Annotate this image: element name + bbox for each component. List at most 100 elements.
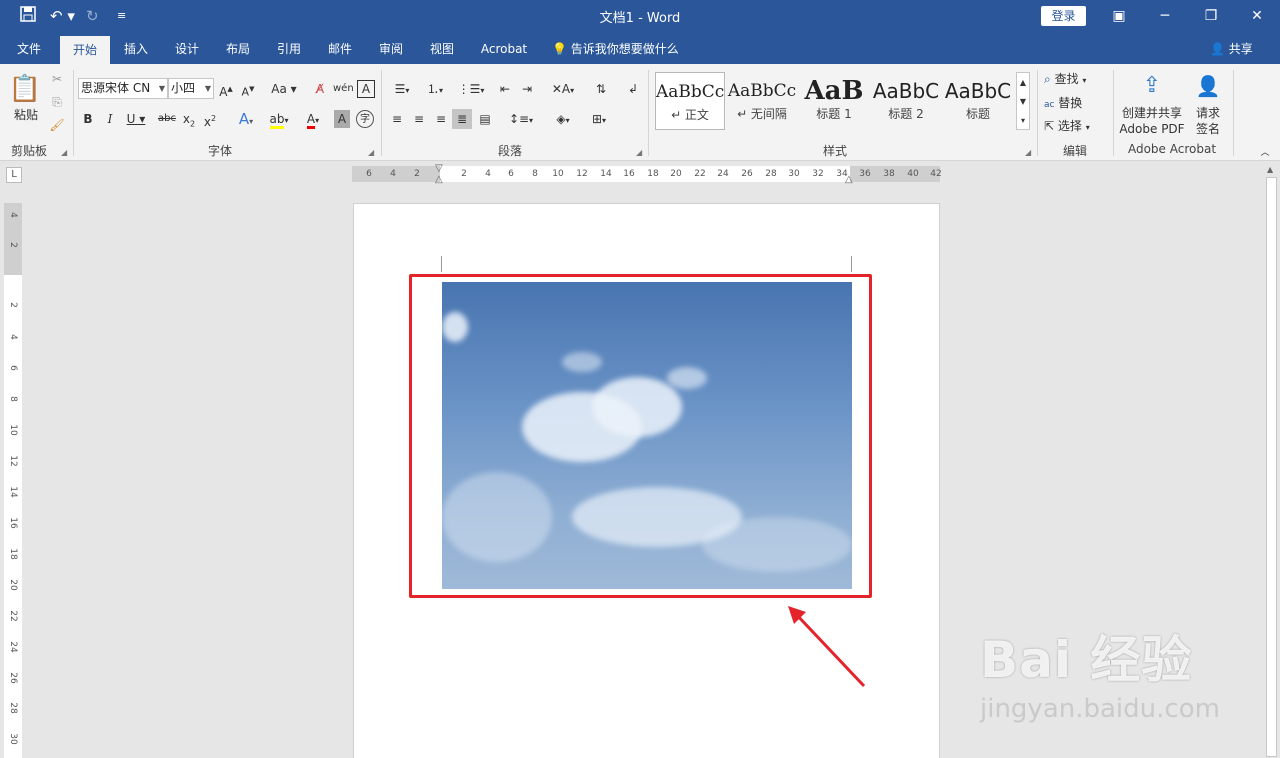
style-heading-1[interactable]: AaB 标题 1: [799, 72, 869, 130]
vertical-scrollbar[interactable]: ▲: [1263, 163, 1280, 758]
copy-icon[interactable]: ⎘: [48, 93, 66, 111]
tab-mailings[interactable]: 邮件: [318, 34, 362, 64]
bullets-icon[interactable]: ☰▾: [388, 80, 416, 98]
distributed-icon[interactable]: ▤: [476, 110, 494, 128]
numbering-icon[interactable]: ⒈▾: [420, 80, 450, 98]
font-launcher-icon[interactable]: ◢: [368, 148, 374, 157]
ruler-tick: 40: [907, 169, 919, 179]
strikethrough-button[interactable]: abc: [156, 110, 178, 128]
line-spacing-icon[interactable]: ↕≡▾: [506, 110, 536, 128]
format-painter-icon[interactable]: 🖌: [48, 116, 66, 134]
undo-icon[interactable]: ↶ ▾: [50, 6, 75, 26]
horizontal-ruler[interactable]: 6 4 2 2 4 6 8 10 12 14 16 18 20 22 24 26 28 30 32 34 36 38 40 4…: [352, 163, 942, 185]
ruler-tick: 22: [694, 169, 706, 179]
tab-acrobat[interactable]: Acrobat: [474, 34, 534, 64]
collapse-ribbon-icon[interactable]: ︿: [1258, 144, 1272, 162]
show-marks-icon[interactable]: ↲: [624, 80, 642, 98]
request-signature-label-2[interactable]: 签名: [1190, 120, 1226, 138]
ruler-tick: 20: [8, 579, 18, 591]
tell-me-box[interactable]: 💡 告诉我你想要做什么: [552, 34, 679, 64]
ruler-tick: 2: [8, 302, 18, 308]
decrease-indent-icon[interactable]: ⇤: [496, 80, 514, 98]
hanging-indent-marker[interactable]: △: [435, 174, 443, 185]
ruler-tick: 4: [8, 212, 18, 218]
title-bar: ↶ ▾ ↻ ≡ 文档1 - Word 登录 ▣ ─ ❐ ✕: [0, 0, 1280, 34]
paste-icon[interactable]: 📋: [8, 72, 42, 106]
ruler-tick: 22: [8, 610, 18, 622]
style-title[interactable]: AaBbC 标题: [943, 72, 1013, 130]
tab-insert[interactable]: 插入: [114, 34, 158, 64]
vertical-ruler[interactable]: 4 2 2 4 6 8 10 12 14 16 18 20 22 24 26 28 30: [4, 203, 22, 758]
tab-layout[interactable]: 布局: [216, 34, 260, 64]
character-border-icon[interactable]: A: [357, 80, 375, 98]
create-pdf-label-2[interactable]: Adobe PDF: [1118, 120, 1186, 138]
login-button[interactable]: 登录: [1041, 6, 1086, 26]
multilevel-list-icon[interactable]: ⋮☰▾: [456, 80, 486, 98]
style-normal[interactable]: AaBbCc ↵ 正文: [655, 72, 725, 130]
style-heading-2[interactable]: AaBbC 标题 2: [871, 72, 941, 130]
align-right-icon[interactable]: ≡: [432, 110, 450, 128]
paste-button-label[interactable]: 粘贴: [6, 106, 46, 124]
align-center-icon[interactable]: ≡: [410, 110, 428, 128]
tell-me-text: 告诉我你想要做什么: [570, 42, 679, 56]
tab-home[interactable]: 开始: [60, 36, 110, 64]
first-line-indent-marker[interactable]: ▽: [435, 163, 443, 174]
grow-font-icon[interactable]: A▲: [218, 80, 234, 99]
ruler-tick: 26: [741, 169, 753, 179]
ruler-tick: 6: [366, 169, 372, 179]
ruler-tick: 18: [8, 548, 18, 560]
select-button[interactable]: ⇱ 选择 ▾: [1044, 117, 1110, 135]
restore-icon[interactable]: ❐: [1196, 6, 1226, 26]
align-left-icon[interactable]: ≡: [388, 110, 406, 128]
highlight-color-icon[interactable]: ab▾: [264, 110, 294, 129]
bold-button[interactable]: B: [80, 110, 96, 128]
find-button[interactable]: ⌕ 查找 ▾: [1044, 70, 1110, 88]
font-size-combo[interactable]: 小四 ▼: [168, 78, 214, 99]
italic-button[interactable]: I: [102, 110, 118, 128]
replace-button[interactable]: ac 替换: [1044, 94, 1110, 112]
paragraph-launcher-icon[interactable]: ◢: [636, 148, 642, 157]
share-button[interactable]: 👤 共享: [1210, 34, 1253, 64]
increase-indent-icon[interactable]: ⇥: [518, 80, 536, 98]
styles-gallery-scroll[interactable]: ▲ ▼ ▾: [1016, 72, 1030, 130]
right-indent-marker[interactable]: △: [845, 174, 853, 185]
font-color-icon[interactable]: A▾: [298, 110, 328, 129]
scroll-up-icon[interactable]: ▲: [1267, 165, 1273, 174]
tab-review[interactable]: 审阅: [369, 34, 413, 64]
style-no-spacing[interactable]: AaBbCc ↵ 无间隔: [727, 72, 797, 130]
sort-icon[interactable]: ⇅: [592, 80, 610, 98]
redo-icon[interactable]: ↻: [86, 6, 99, 26]
request-signature-icon[interactable]: 👤: [1192, 72, 1224, 100]
select-label: 选择: [1057, 119, 1082, 133]
scrollbar-thumb[interactable]: [1266, 177, 1277, 757]
tab-selector[interactable]: L: [6, 167, 22, 183]
justify-icon[interactable]: ≣: [452, 109, 472, 129]
chinese-layout-icon[interactable]: ✕A▾: [548, 80, 578, 98]
tab-references[interactable]: 引用: [267, 34, 311, 64]
shading-icon[interactable]: ◈▾: [548, 110, 578, 128]
clipboard-launcher-icon[interactable]: ◢: [61, 148, 67, 157]
styles-launcher-icon[interactable]: ◢: [1025, 148, 1031, 157]
font-name-combo[interactable]: 思源宋体 CN ▼: [78, 78, 168, 99]
tab-file[interactable]: 文件: [6, 34, 52, 64]
ribbon-display-options-icon[interactable]: ▣: [1104, 6, 1134, 26]
create-pdf-icon[interactable]: ⇪: [1138, 72, 1166, 100]
save-icon[interactable]: [20, 6, 36, 27]
enclose-characters-icon[interactable]: 字: [356, 110, 374, 128]
change-case-button[interactable]: Aa ▾: [268, 80, 300, 98]
phonetic-guide-icon[interactable]: wén: [333, 80, 354, 98]
underline-button[interactable]: U ▾: [124, 110, 148, 128]
customize-qat-icon[interactable]: ≡: [117, 6, 126, 26]
cut-icon[interactable]: ✂: [48, 70, 66, 88]
superscript-icon[interactable]: x2: [202, 110, 218, 129]
subscript-icon[interactable]: x2: [181, 110, 197, 128]
clear-formatting-icon[interactable]: A̸: [310, 80, 330, 98]
character-shading-icon[interactable]: A: [334, 110, 350, 128]
tab-design[interactable]: 设计: [165, 34, 209, 64]
minimize-icon[interactable]: ─: [1150, 6, 1180, 26]
borders-icon[interactable]: ⊞▾: [584, 110, 614, 128]
tab-view[interactable]: 视图: [420, 34, 464, 64]
close-icon[interactable]: ✕: [1242, 6, 1272, 26]
text-effects-icon[interactable]: A▾: [232, 110, 260, 128]
shrink-font-icon[interactable]: A▼: [240, 80, 256, 99]
